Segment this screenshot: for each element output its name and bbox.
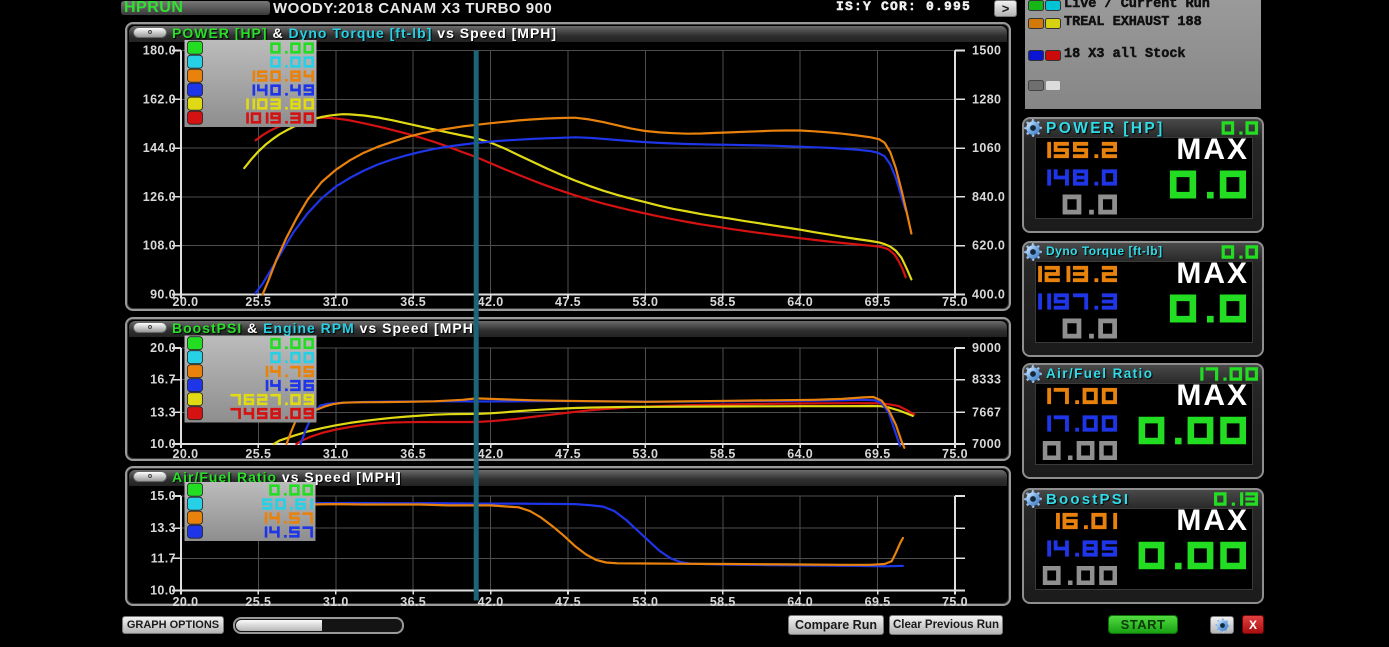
svg-text:31.0: 31.0 [323,447,349,461]
svg-text:1280: 1280 [972,92,1001,106]
svg-text:13.3: 13.3 [150,521,176,535]
svg-text:144.0: 144.0 [143,141,176,155]
svg-text:20.0: 20.0 [173,447,199,461]
svg-text:11.7: 11.7 [151,551,176,565]
svg-text:42.0: 42.0 [478,447,504,461]
svg-text:69.5: 69.5 [865,447,891,461]
svg-text:47.5: 47.5 [555,595,581,609]
svg-text:42.0: 42.0 [478,295,504,309]
svg-text:69.5: 69.5 [865,295,891,309]
svg-text:400.0: 400.0 [972,288,1005,302]
svg-text:75.0: 75.0 [942,447,968,461]
svg-text:36.5: 36.5 [400,595,426,609]
svg-text:20.0: 20.0 [173,295,199,309]
svg-text:36.5: 36.5 [400,295,426,309]
svg-text:108.0: 108.0 [143,239,176,253]
svg-text:64.0: 64.0 [787,595,813,609]
svg-text:75.0: 75.0 [942,595,968,609]
svg-text:47.5: 47.5 [555,295,581,309]
svg-text:31.0: 31.0 [323,295,349,309]
svg-text:53.0: 53.0 [632,295,658,309]
svg-text:53.0: 53.0 [632,595,658,609]
svg-text:20.0: 20.0 [150,341,176,355]
svg-text:126.0: 126.0 [143,190,176,204]
svg-text:20.0: 20.0 [173,595,199,609]
svg-text:36.5: 36.5 [400,447,426,461]
svg-text:42.0: 42.0 [478,595,504,609]
svg-text:25.5: 25.5 [245,447,271,461]
svg-text:1500: 1500 [972,44,1001,58]
svg-text:16.7: 16.7 [150,373,176,387]
svg-text:25.5: 25.5 [245,295,271,309]
svg-text:58.5: 58.5 [710,295,736,309]
svg-text:31.0: 31.0 [323,595,349,609]
svg-text:25.5: 25.5 [245,595,271,609]
svg-text:1060: 1060 [972,141,1001,155]
svg-text:15.0: 15.0 [150,489,176,503]
svg-text:180.0: 180.0 [143,44,176,58]
svg-text:64.0: 64.0 [787,447,813,461]
svg-text:8333: 8333 [972,373,1001,387]
svg-text:58.5: 58.5 [710,595,736,609]
svg-text:840.0: 840.0 [972,190,1005,204]
svg-text:64.0: 64.0 [787,295,813,309]
svg-text:47.5: 47.5 [555,447,581,461]
svg-text:58.5: 58.5 [710,447,736,461]
svg-text:9000: 9000 [972,341,1001,355]
svg-text:162.0: 162.0 [143,92,176,106]
svg-text:75.0: 75.0 [942,295,968,309]
svg-text:7000: 7000 [972,437,1001,451]
svg-text:69.5: 69.5 [865,595,891,609]
svg-text:13.3: 13.3 [150,405,176,419]
svg-text:7667: 7667 [972,405,1001,419]
svg-text:620.0: 620.0 [972,239,1005,253]
svg-text:53.0: 53.0 [632,447,658,461]
